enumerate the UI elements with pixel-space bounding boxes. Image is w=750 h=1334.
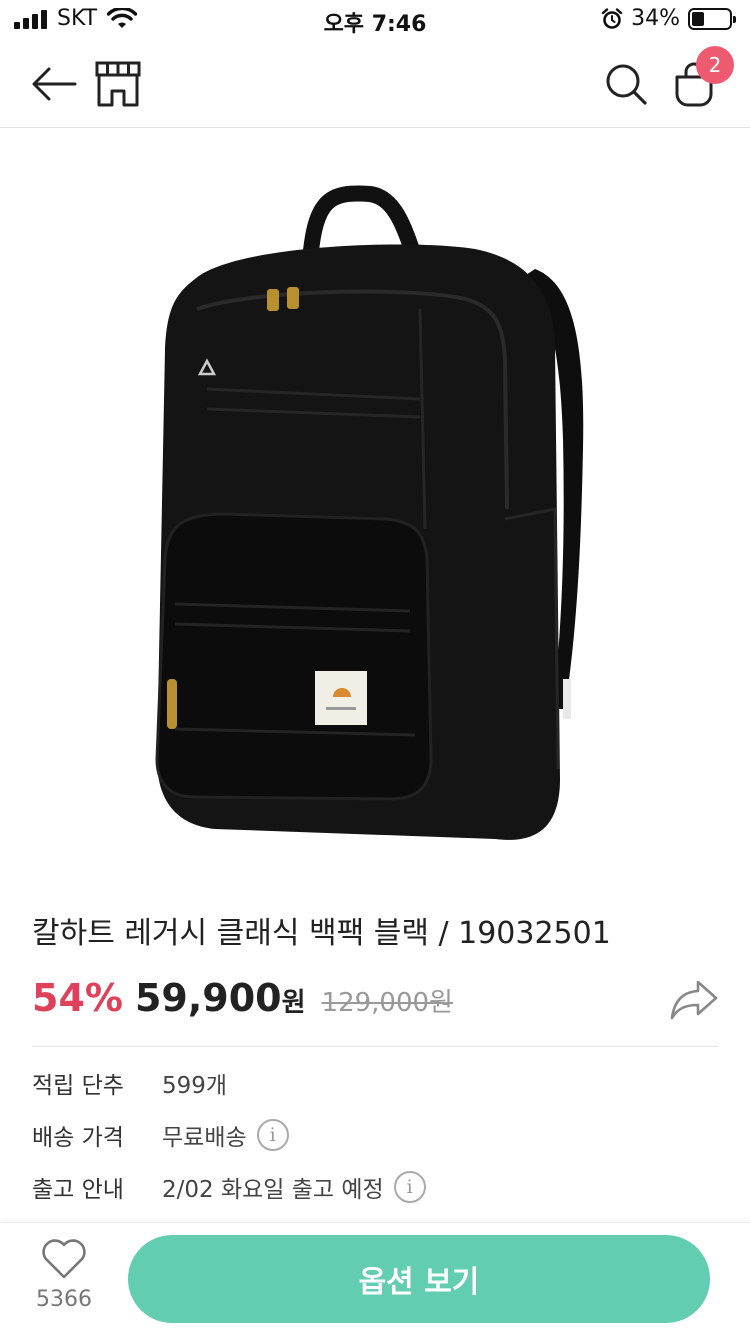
status-right: 34%	[601, 6, 736, 31]
points-label: 적립 단추	[32, 1073, 124, 1099]
cart-count-badge: 2	[696, 46, 734, 84]
product-title: 칼하트 레거시 클래식 백팩 블랙 / 19032501	[32, 916, 611, 951]
like-button[interactable]: 5366	[26, 1237, 102, 1312]
original-price: 129,000원	[321, 988, 453, 1018]
status-bar: SKT 오후 7:46 34%	[0, 0, 750, 40]
search-icon	[606, 64, 647, 105]
divider	[32, 1046, 718, 1047]
bottom-action-bar: 5366 옵션 보기	[0, 1222, 750, 1334]
heart-icon	[42, 1239, 86, 1279]
view-options-button[interactable]: 옵션 보기	[128, 1235, 710, 1323]
shipping-row: 배송 가격 무료배송 i	[32, 1118, 289, 1152]
battery-percent: 34%	[631, 6, 680, 31]
release-info-icon[interactable]: i	[393, 1171, 426, 1203]
price-row: 54% 59,900 원 129,000원	[32, 976, 453, 1020]
shipping-info-icon[interactable]: i	[256, 1119, 289, 1151]
product-image[interactable]	[0, 129, 750, 869]
share-icon	[670, 980, 718, 1020]
back-button[interactable]	[28, 58, 80, 110]
like-count: 5366	[36, 1287, 92, 1312]
search-button[interactable]	[600, 58, 652, 110]
share-button[interactable]	[668, 978, 720, 1022]
points-value: 599개	[162, 1073, 228, 1099]
release-row: 출고 안내 2/02 화요일 출고 예정 i	[32, 1170, 426, 1204]
shipping-value: 무료배송	[162, 1125, 247, 1151]
points-row: 적립 단추 599개	[32, 1066, 227, 1100]
battery-icon	[688, 7, 736, 30]
sale-price: 59,900	[134, 976, 282, 1020]
release-value: 2/02 화요일 출고 예정	[162, 1177, 384, 1203]
store-icon	[95, 61, 141, 107]
cart-button[interactable]: 2	[668, 46, 734, 110]
battery-level-fill	[692, 11, 705, 26]
shipping-label: 배송 가격	[32, 1125, 124, 1151]
discount-rate: 54%	[32, 976, 123, 1020]
store-button[interactable]	[92, 58, 144, 110]
alarm-icon	[601, 7, 623, 29]
price-unit: 원	[281, 988, 306, 1018]
release-label: 출고 안내	[32, 1177, 124, 1203]
backpack-image	[155, 185, 584, 840]
back-arrow-icon	[32, 67, 77, 101]
top-nav-bar: 2	[0, 40, 750, 128]
